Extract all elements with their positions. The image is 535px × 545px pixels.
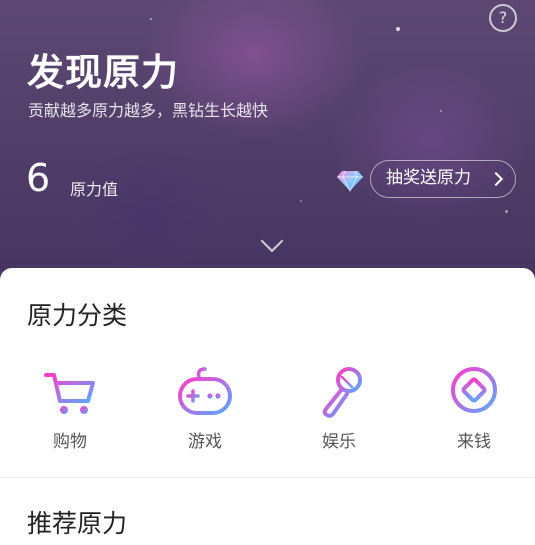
- page-title: 发现原力: [27, 51, 179, 94]
- force-value: 6: [26, 156, 51, 200]
- star-decoration: [300, 200, 302, 202]
- star-decoration: [150, 18, 152, 20]
- star-decoration: [396, 27, 400, 31]
- diamond-icon: [337, 170, 363, 192]
- hero-banner: ? 发现原力 贡献越多原力越多，黑钻生长越快 6 原力值 抽奖送原力: [0, 0, 535, 300]
- help-button[interactable]: ?: [489, 4, 517, 32]
- category-shopping[interactable]: 购物: [15, 365, 125, 455]
- category-games[interactable]: 游戏: [150, 365, 260, 455]
- recommended-section-title: 推荐原力: [27, 509, 128, 538]
- chevron-down-icon[interactable]: [260, 229, 284, 253]
- page-subtitle: 贡献越多原力越多，黑钻生长越快: [28, 101, 269, 120]
- force-label: 原力值: [70, 180, 119, 199]
- microphone-icon: [322, 367, 362, 418]
- star-decoration: [505, 210, 508, 213]
- lottery-button-label: 抽奖送原力: [386, 168, 471, 188]
- category-label: 游戏: [188, 432, 222, 452]
- help-icon: ?: [498, 8, 508, 27]
- coin-icon: [451, 367, 497, 413]
- category-label: 购物: [53, 432, 87, 452]
- star-decoration: [440, 110, 442, 112]
- category-entertainment[interactable]: 娱乐: [284, 365, 394, 455]
- category-money[interactable]: 来钱: [419, 365, 529, 455]
- category-label: 娱乐: [322, 432, 356, 452]
- chevron-right-icon: [488, 171, 504, 187]
- section-divider: [0, 477, 535, 478]
- lottery-button[interactable]: 抽奖送原力: [370, 160, 516, 198]
- category-label: 来钱: [457, 432, 491, 452]
- gamepad-icon: [178, 367, 232, 415]
- cart-icon: [44, 373, 95, 414]
- category-section-title: 原力分类: [27, 301, 128, 330]
